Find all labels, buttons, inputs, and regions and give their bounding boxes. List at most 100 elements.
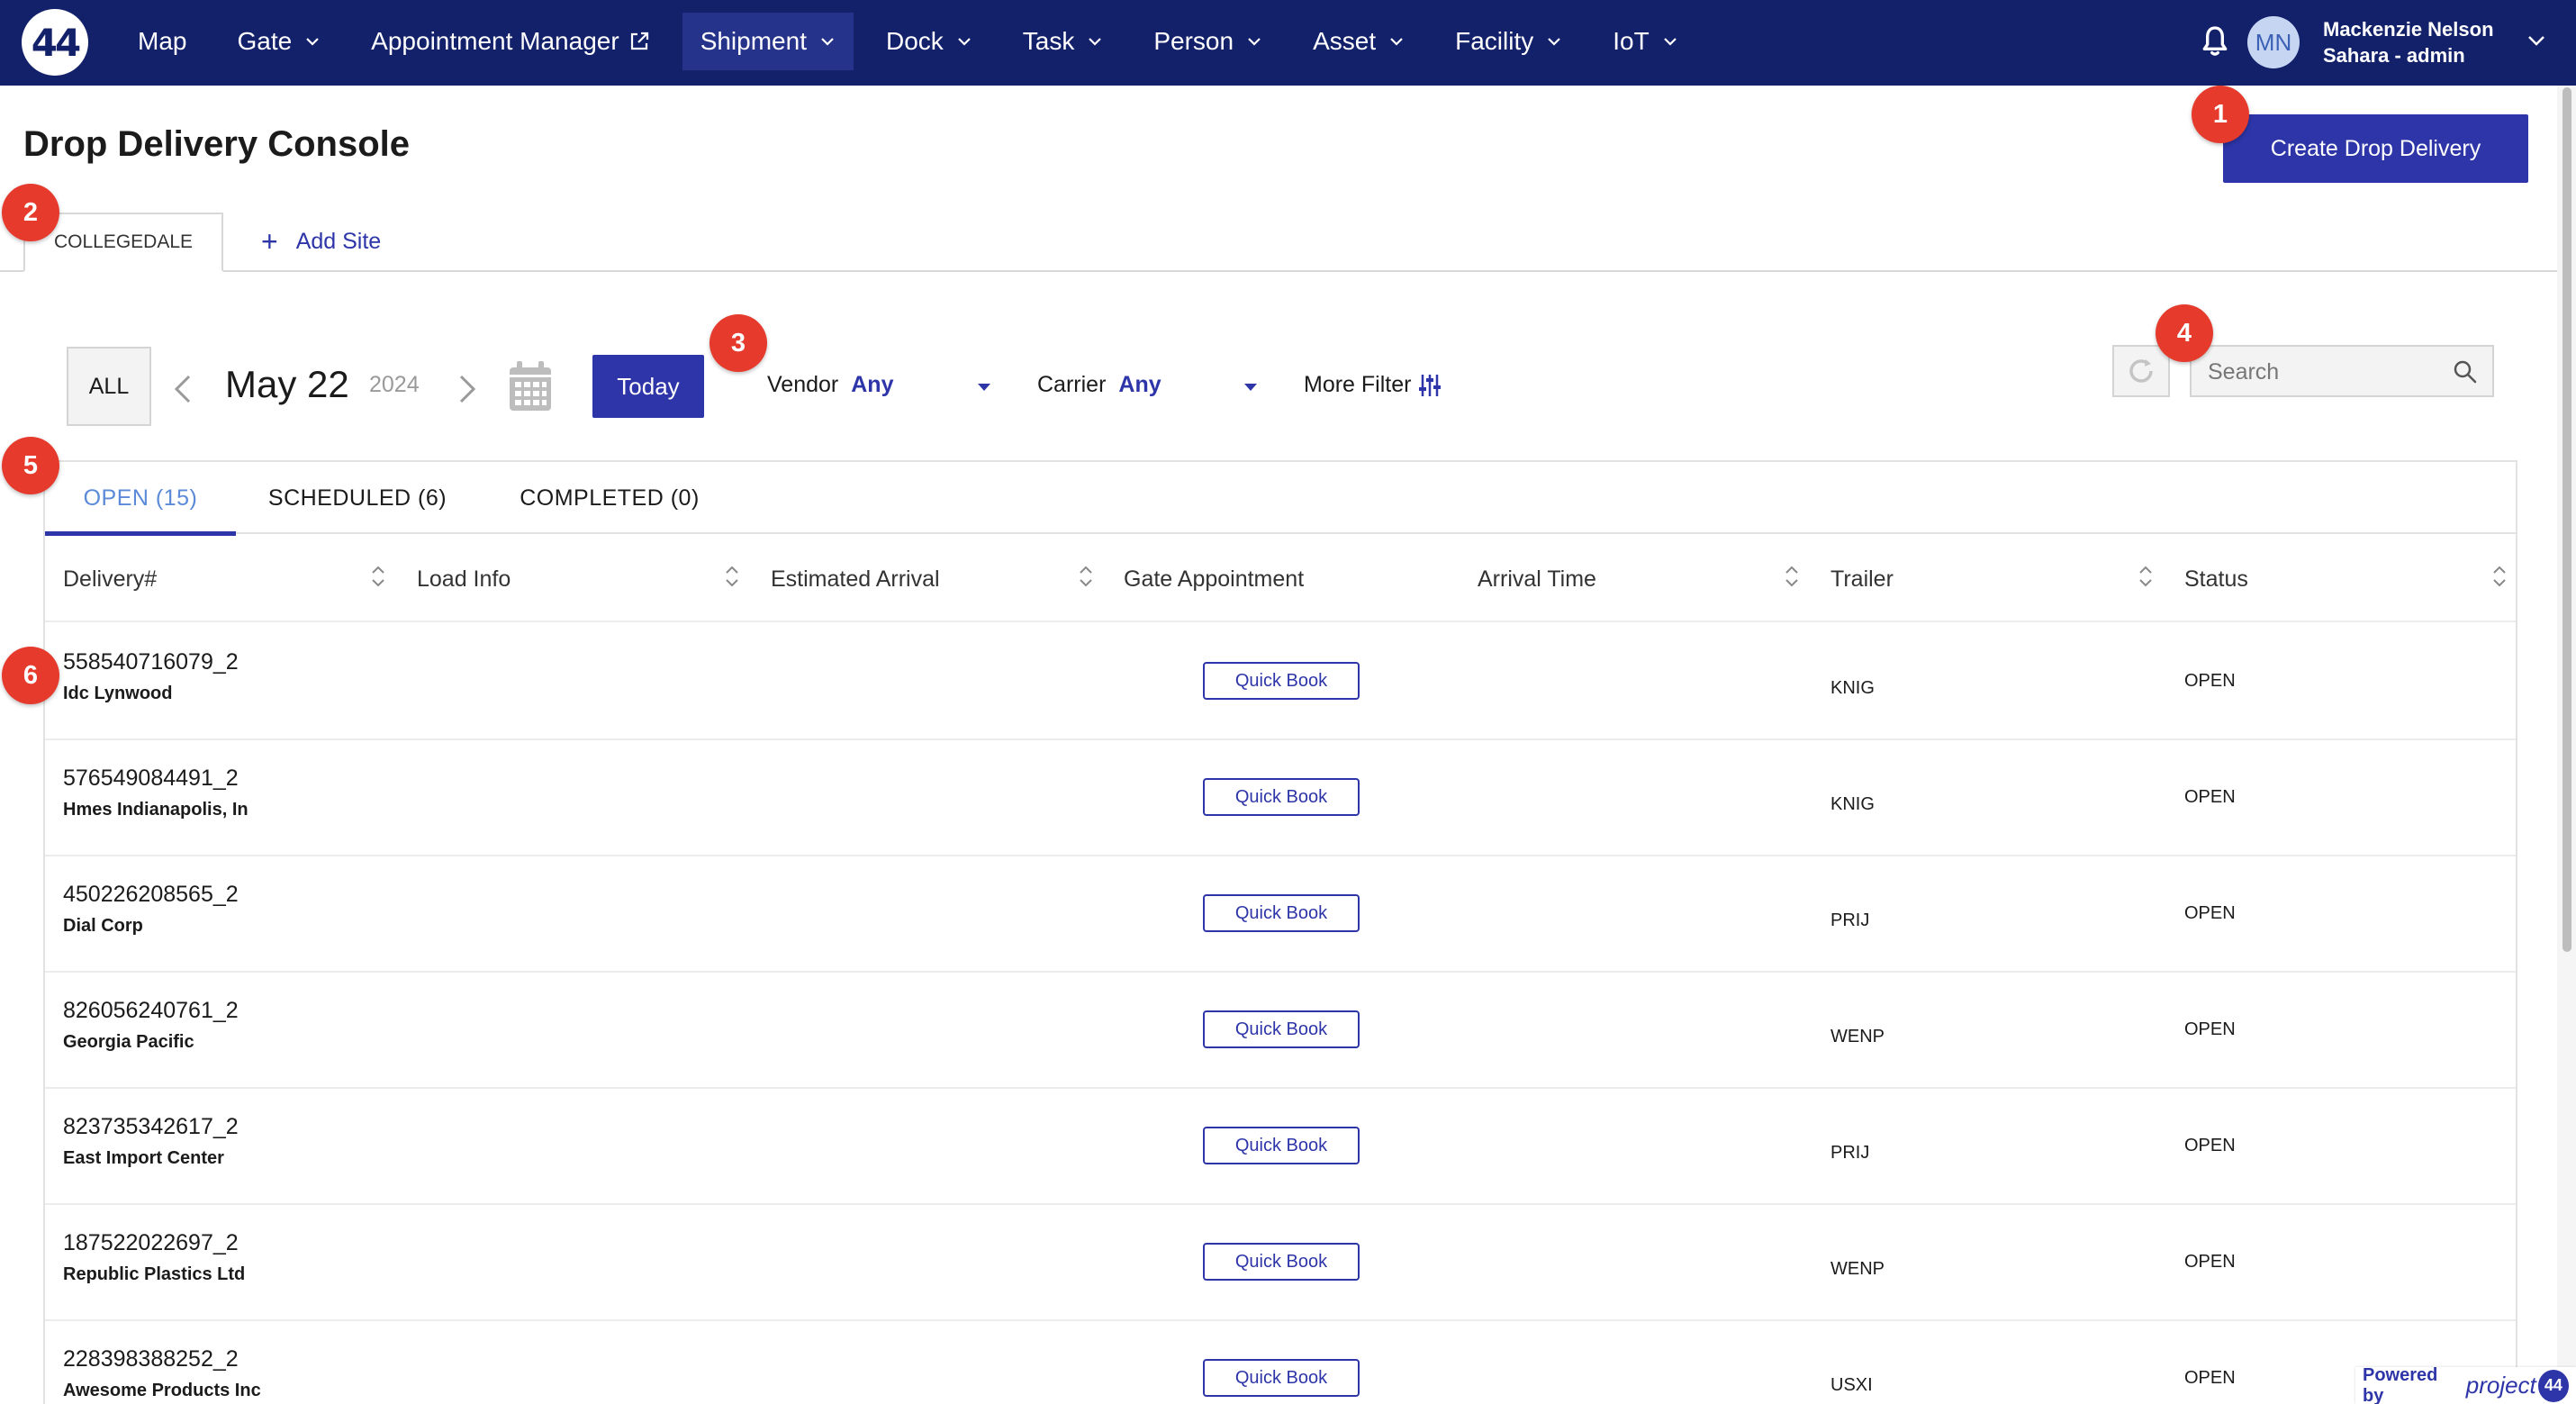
column-header-gate-appointment: Gate Appointment <box>1124 566 1305 592</box>
nav-item-appointment-manager[interactable]: Appointment Manager <box>353 13 668 70</box>
brand-name: project <box>2465 1372 2536 1399</box>
carrier-filter-value: Any <box>1118 372 1161 397</box>
tab-completed[interactable]: COMPLETED (0) <box>479 462 740 534</box>
bell-icon[interactable] <box>2197 23 2233 59</box>
user-name: Mackenzie Nelson <box>2323 18 2494 41</box>
trailer-code: USXI <box>1830 1375 1873 1395</box>
scrollbar-thumb[interactable] <box>2562 87 2571 952</box>
sort-icon[interactable] <box>723 563 741 590</box>
app-root: 44 Map Gate Appointment Manager Shipment Doc… <box>0 0 2576 1404</box>
carrier-dropdown-icon[interactable] <box>1244 384 1257 391</box>
today-button[interactable]: Today <box>592 355 704 418</box>
trailer-code: KNIG <box>1830 678 1875 698</box>
chevron-down-icon <box>1089 38 1102 46</box>
column-header-delivery[interactable]: Delivery# <box>63 536 157 622</box>
annotation-badge-4: 4 <box>2156 304 2213 362</box>
sort-icon[interactable] <box>369 563 387 590</box>
trailer-code: PRIJ <box>1830 1143 1870 1163</box>
search-icon[interactable] <box>2453 359 2478 385</box>
column-header-arrival-time[interactable]: Arrival Time <box>1478 536 1596 622</box>
sort-icon[interactable] <box>1077 563 1095 590</box>
logo-text: 44 <box>31 20 81 65</box>
nav-item-label: Task <box>1022 27 1075 55</box>
sort-icon[interactable] <box>2137 563 2155 590</box>
table-row[interactable]: 558540716079_2 Idc Lynwood Quick Book KNIG O… <box>45 624 2516 740</box>
nav-item-person[interactable]: Person <box>1135 13 1280 70</box>
more-filter-label: More Filter <box>1304 372 1412 397</box>
nav-item-label: Shipment <box>700 27 807 55</box>
vendor-name: Hmes Indianapolis, In <box>63 800 249 820</box>
delivery-number[interactable]: 187522022697_2 <box>63 1230 239 1256</box>
chevron-down-icon[interactable] <box>2526 34 2546 47</box>
vendor-filter-label: Vendor <box>767 372 839 397</box>
plus-icon: + <box>261 225 278 258</box>
vendor-dropdown-icon[interactable] <box>978 384 990 391</box>
quick-book-button[interactable]: Quick Book <box>1203 894 1360 932</box>
quick-book-button[interactable]: Quick Book <box>1203 1127 1360 1164</box>
nav-item-asset[interactable]: Asset <box>1295 13 1423 70</box>
tab-scheduled[interactable]: SCHEDULED (6) <box>236 462 479 534</box>
avatar-initials: MN <box>2255 28 2292 56</box>
trailer-code: PRIJ <box>1830 910 1870 930</box>
brand-logo: 44 <box>2537 1369 2569 1402</box>
carrier-filter[interactable]: Carrier Any <box>1037 372 1161 398</box>
table-row[interactable]: 576549084491_2 Hmes Indianapolis, In Quick… <box>45 740 2516 856</box>
user-info[interactable]: Mackenzie Nelson Sahara - admin <box>2323 16 2494 68</box>
delivery-number[interactable]: 576549084491_2 <box>63 765 239 792</box>
nav-item-iot[interactable]: IoT <box>1595 13 1695 70</box>
quick-book-button[interactable]: Quick Book <box>1203 1010 1360 1048</box>
table-row[interactable]: 823735342617_2 East Import Center Quick Bo… <box>45 1089 2516 1205</box>
vendor-filter[interactable]: Vendor Any <box>767 372 893 398</box>
sort-icon[interactable] <box>2490 563 2508 590</box>
nav-item-gate[interactable]: Gate <box>219 13 339 70</box>
delivery-number[interactable]: 558540716079_2 <box>63 649 239 675</box>
add-site-button[interactable]: + Add Site <box>261 227 381 256</box>
search-input[interactable] <box>2208 356 2442 388</box>
create-drop-delivery-button[interactable]: Create Drop Delivery <box>2223 114 2528 183</box>
all-dates-button[interactable]: ALL <box>67 347 151 426</box>
top-navigation: 44 Map Gate Appointment Manager Shipment Doc… <box>0 0 2576 86</box>
delivery-number[interactable]: 826056240761_2 <box>63 998 239 1024</box>
column-header-trailer[interactable]: Trailer <box>1830 536 1894 622</box>
more-filter-button[interactable]: More Filter <box>1304 372 1442 398</box>
annotation-badge-6: 6 <box>2 647 59 704</box>
column-header-estimated-arrival[interactable]: Estimated Arrival <box>771 536 940 622</box>
status-value: OPEN <box>2184 1136 2236 1155</box>
annotation-badge-5: 5 <box>2 437 59 494</box>
vendor-name: Awesome Products Inc <box>63 1381 261 1400</box>
chevron-down-icon <box>821 38 834 46</box>
status-value: OPEN <box>2184 1252 2236 1272</box>
delivery-number[interactable]: 450226208565_2 <box>63 882 239 908</box>
quick-book-button[interactable]: Quick Book <box>1203 1243 1360 1281</box>
nav-item-task[interactable]: Task <box>1005 13 1122 70</box>
table-row[interactable]: 187522022697_2 Republic Plastics Ltd Quick… <box>45 1205 2516 1321</box>
delivery-number[interactable]: 228398388252_2 <box>63 1346 239 1372</box>
avatar[interactable]: MN <box>2247 16 2300 68</box>
chevron-right-icon[interactable] <box>454 371 481 407</box>
quick-book-button[interactable]: Quick Book <box>1203 662 1360 700</box>
nav-item-shipment[interactable]: Shipment <box>682 13 854 70</box>
quick-book-button[interactable]: Quick Book <box>1203 1359 1360 1397</box>
column-header-status[interactable]: Status <box>2184 536 2248 622</box>
column-header-load-info[interactable]: Load Info <box>417 536 511 622</box>
calendar-icon[interactable] <box>508 360 553 412</box>
refresh-button[interactable] <box>2112 345 2170 397</box>
chevron-down-icon <box>958 38 971 46</box>
table-row[interactable]: 450226208565_2 Dial Corp Quick Book PRIJ OPE… <box>45 856 2516 973</box>
logo[interactable]: 44 <box>22 9 88 76</box>
add-site-label: Add Site <box>295 228 382 254</box>
tab-open[interactable]: OPEN (15) <box>45 462 236 536</box>
nav-item-dock[interactable]: Dock <box>868 13 990 70</box>
delivery-number[interactable]: 823735342617_2 <box>63 1114 239 1140</box>
status-value: OPEN <box>2184 1368 2236 1388</box>
table-row[interactable]: 228398388252_2 Awesome Products Inc Quick … <box>45 1321 2516 1404</box>
status-tabs: OPEN (15) SCHEDULED (6) COMPLETED (0) <box>45 462 2516 536</box>
search-box[interactable] <box>2190 345 2494 397</box>
quick-book-button[interactable]: Quick Book <box>1203 778 1360 816</box>
sort-icon[interactable] <box>1783 563 1801 590</box>
nav-item-facility[interactable]: Facility <box>1437 13 1580 70</box>
table-row[interactable]: 826056240761_2 Georgia Pacific Quick Book W… <box>45 973 2516 1089</box>
chevron-left-icon[interactable] <box>169 371 196 407</box>
nav-item-label: Dock <box>885 27 944 55</box>
nav-item-map[interactable]: Map <box>120 13 204 70</box>
